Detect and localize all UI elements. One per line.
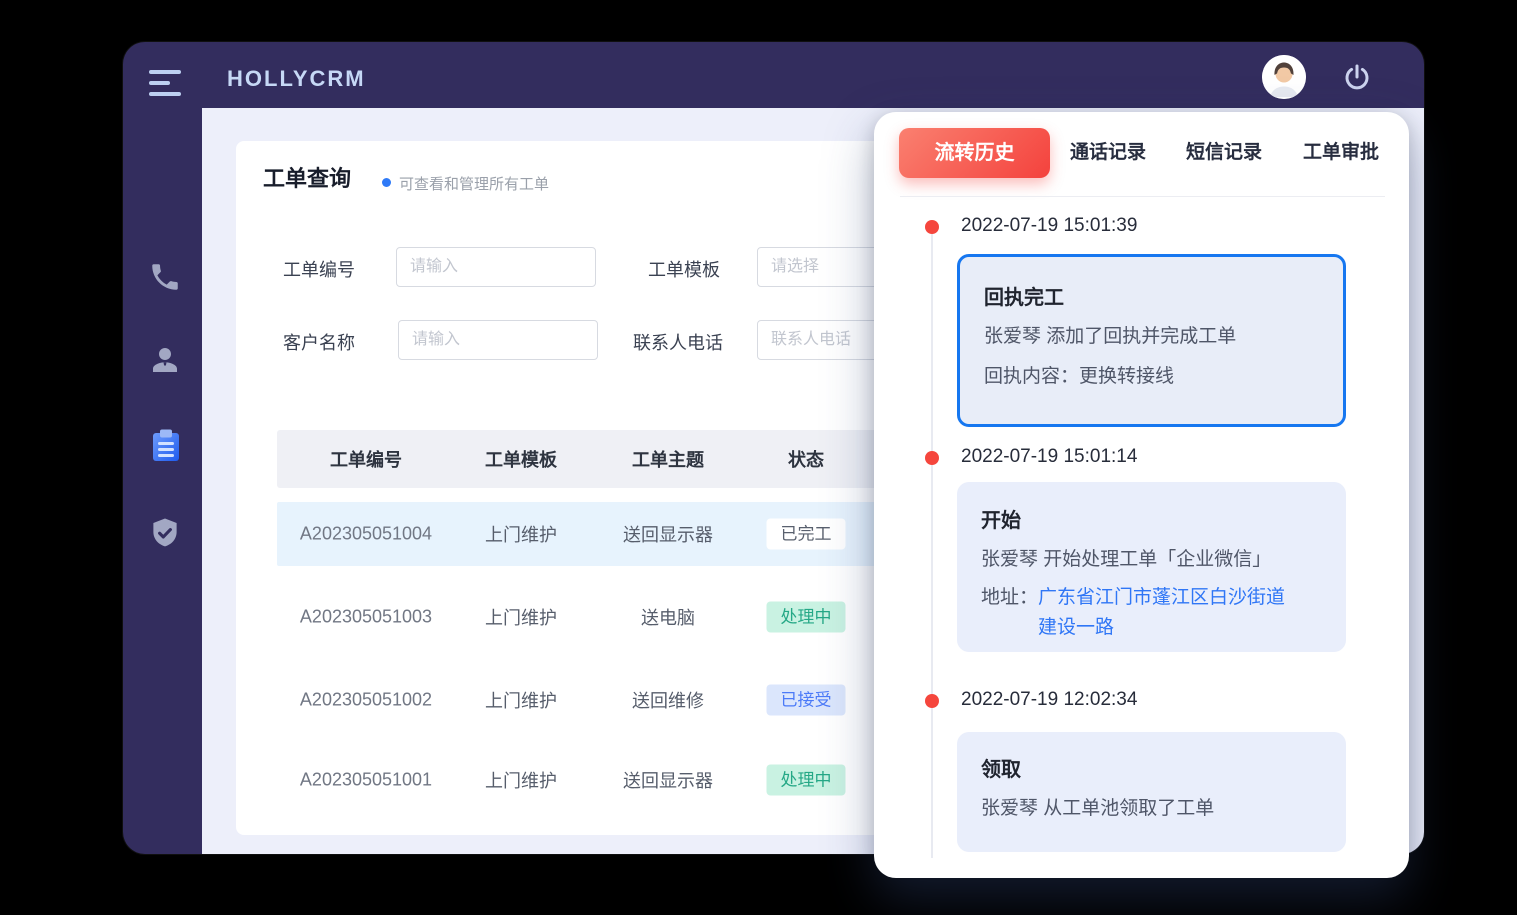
order-no-label: 工单编号 [283, 256, 355, 282]
tab-divider [900, 196, 1385, 197]
tab-sms-records[interactable]: 短信记录 [1186, 128, 1262, 178]
security-icon[interactable] [148, 516, 182, 555]
timeline-card-title: 回执完工 [984, 281, 1319, 310]
status-badge: 已完工 [767, 519, 846, 550]
page-title: 工单查询 [263, 161, 351, 193]
avatar-image [1262, 55, 1306, 99]
col-header-template: 工单模板 [485, 446, 557, 472]
timeline-card-text: 张爱琴 开始处理工单「企业微信」 [981, 546, 1322, 573]
address-label: 地址： [981, 583, 1038, 643]
tab-call-records[interactable]: 通话记录 [1070, 128, 1146, 178]
timeline-dot-icon [925, 694, 939, 708]
order-detail-panel: 流转历史 通话记录 短信记录 工单审批 2022-07-19 15:01:39 … [874, 112, 1409, 878]
page-subtitle: 可查看和管理所有工单 [399, 173, 549, 194]
col-header-status: 状态 [788, 446, 824, 472]
customer-label: 客户名称 [283, 329, 355, 355]
timeline-card-claim[interactable]: 领取 张爱琴 从工单池领取了工单 [957, 732, 1346, 852]
status-badge: 处理中 [767, 602, 846, 633]
timeline-timestamp: 2022-07-19 15:01:14 [961, 446, 1137, 468]
status-badge: 处理中 [767, 765, 846, 796]
screenshot-stage: HOLLYCRM [0, 0, 1517, 915]
timeline-dot-icon [925, 451, 939, 465]
contacts-icon[interactable] [147, 342, 183, 383]
tab-order-approval[interactable]: 工单审批 [1303, 128, 1379, 178]
timeline-card-title: 领取 [981, 753, 1322, 782]
timeline-card-start[interactable]: 开始 张爱琴 开始处理工单「企业微信」 地址： 广东省江门市蓬江区白沙街道建设一… [957, 482, 1346, 652]
timeline-line [931, 227, 933, 858]
power-icon[interactable] [1341, 61, 1373, 93]
template-label: 工单模板 [648, 256, 720, 282]
col-header-order-no: 工单编号 [330, 446, 402, 472]
subtitle-dot-icon [382, 178, 391, 187]
address-link[interactable]: 广东省江门市蓬江区白沙街道建设一路 [1038, 583, 1290, 643]
phone-icon[interactable] [148, 260, 182, 299]
customer-input[interactable] [398, 320, 598, 360]
orders-icon[interactable] [149, 428, 183, 469]
phone-label: 联系人电话 [633, 329, 723, 355]
menu-icon[interactable] [149, 68, 183, 98]
timeline-timestamp: 2022-07-19 15:01:39 [961, 215, 1137, 237]
col-header-subject: 工单主题 [632, 446, 704, 472]
timeline-card-text: 回执内容：更换转接线 [984, 363, 1319, 390]
timeline-timestamp: 2022-07-19 12:02:34 [961, 689, 1137, 711]
timeline-card-title: 开始 [981, 504, 1322, 533]
timeline-dot-icon [925, 220, 939, 234]
tab-circulation-history[interactable]: 流转历史 [899, 128, 1050, 178]
timeline-card-text: 张爱琴 添加了回执并完成工单 [984, 323, 1319, 350]
timeline-card-text: 张爱琴 从工单池领取了工单 [981, 795, 1322, 822]
avatar[interactable] [1262, 55, 1306, 99]
app-logo: HOLLYCRM [227, 66, 366, 92]
order-no-input[interactable] [396, 247, 596, 287]
status-badge: 已接受 [767, 685, 846, 716]
timeline-card-receipt-done[interactable]: 回执完工 张爱琴 添加了回执并完成工单 回执内容：更换转接线 [957, 254, 1346, 427]
